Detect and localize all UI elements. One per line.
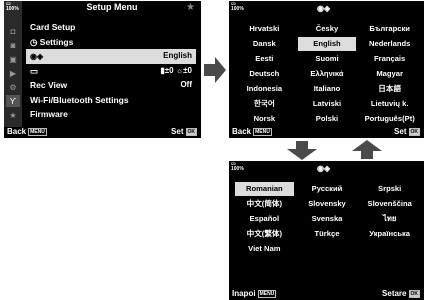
language-option[interactable]: Viet Nam — [233, 242, 296, 256]
set-hint[interactable]: Set OK — [171, 126, 197, 138]
language-option[interactable]: Français — [358, 52, 421, 66]
language-footer: Back MENU Set OK — [229, 126, 424, 138]
battery-indicator: ▭ 100% — [231, 161, 244, 172]
language-screen-page-1: ▭ 100% ◉◈ Hrvatski Česky Български Dansk Engl… — [229, 1, 424, 138]
language-option[interactable]: Polski — [296, 112, 359, 126]
monitor-icon: ▭ — [30, 65, 39, 76]
video-menu-tab[interactable]: ▣ — [6, 53, 20, 65]
language-footer: Inapoi MENU Setare OK — [229, 288, 424, 300]
language-option[interactable]: Hrvatski — [233, 22, 296, 36]
language-option[interactable]: Українська — [358, 227, 421, 241]
back-hint[interactable]: Inapoi MENU — [232, 288, 277, 300]
language-option[interactable]: Ελληνικά — [296, 67, 359, 81]
language-option[interactable]: 日本語 — [358, 82, 421, 96]
language-option[interactable]: Dansk — [233, 37, 296, 51]
menu-item-language[interactable]: ◉◈ English — [26, 49, 196, 64]
language-icon: ◉◈ — [317, 164, 331, 173]
custom-menu-tab[interactable]: ⚙ — [6, 81, 20, 93]
setup-menu-list: Card Setup ◷ Settings ◉◈ English ▭ ▮±0 ☼… — [26, 20, 196, 122]
menu-item-value: ▮±0 ☼±0 — [160, 65, 192, 75]
language-icon: ◉◈ — [317, 4, 331, 13]
language-option[interactable]: Indonesia — [233, 82, 296, 96]
menu-item-label: Wi-Fi/Bluetooth Settings — [30, 94, 129, 105]
language-option[interactable]: Türkçe — [296, 227, 359, 241]
menu-button-tag: MENU — [257, 289, 277, 298]
language-option[interactable]: English — [297, 37, 357, 51]
menu-item-wifi-bluetooth[interactable]: Wi-Fi/Bluetooth Settings — [26, 93, 196, 108]
setup-menu-screen: ▭ 100% ◘ ◙ ▣ ▶ ⚙ Ƴ ★ Setup Menu ★ Card Se… — [4, 1, 201, 138]
menu-title: Setup Menu — [86, 2, 138, 12]
language-option[interactable]: Suomi — [296, 52, 359, 66]
language-option[interactable]: Romanian — [235, 182, 294, 196]
language-option[interactable]: 한국어 — [233, 97, 296, 111]
language-option[interactable]: Български — [358, 22, 421, 36]
playback-menu-tab[interactable]: ▶ — [6, 67, 20, 79]
setup-menu-tab[interactable]: Ƴ — [6, 95, 20, 107]
language-grid: Hrvatski Česky Български Dansk English Nederl… — [233, 22, 421, 126]
language-option[interactable]: Latviski — [296, 97, 359, 111]
menu-item-label: Card Setup — [30, 22, 76, 32]
language-option[interactable]: 中文(简体) — [233, 197, 296, 211]
language-option[interactable]: Deutsch — [233, 67, 296, 81]
menu-button-tag: MENU — [253, 127, 272, 136]
my-menu-tab[interactable]: ★ — [6, 109, 20, 121]
language-option[interactable]: 中文(繁体) — [233, 227, 296, 241]
language-option[interactable]: Česky — [296, 22, 359, 36]
language-option[interactable]: Srpski — [358, 182, 421, 196]
language-option[interactable]: Magyar — [358, 67, 421, 81]
language-option[interactable]: ไทย — [358, 212, 421, 226]
language-option[interactable]: Svenska — [296, 212, 359, 226]
menu-footer: Back MENU Set OK — [4, 126, 201, 138]
set-hint[interactable]: Set OK — [394, 126, 420, 138]
menu-item-rec-view[interactable]: Rec View Off — [26, 78, 196, 93]
battery-indicator: ▭ 100% — [6, 1, 19, 12]
menu-item-label: Settings — [39, 36, 74, 47]
menu-item-label: Rec View — [30, 80, 68, 90]
language-screen-page-2: ▭ 100% ◉◈ Romanian Русский Srpski 中文(简体) Slov… — [229, 161, 424, 300]
arrow-up-icon — [352, 140, 382, 159]
arrow-down-icon — [287, 141, 317, 160]
menu-button-tag: MENU — [28, 127, 47, 136]
menu-tab-bar: ▭ 100% ◘ ◙ ▣ ▶ ⚙ Ƴ ★ — [4, 1, 22, 127]
back-hint[interactable]: Back MENU — [7, 126, 47, 138]
battery-indicator: ▭ 100% — [231, 1, 244, 12]
menu-item-firmware[interactable]: Firmware — [26, 107, 196, 122]
shooting-menu-1-tab[interactable]: ◘ — [6, 25, 20, 37]
shooting-menu-2-tab[interactable]: ◙ — [6, 39, 20, 51]
language-option[interactable]: Lietuvių k. — [358, 97, 421, 111]
language-option[interactable]: Norsk — [233, 112, 296, 126]
language-option[interactable]: Slovensky — [296, 197, 359, 211]
menu-item-value: English — [163, 51, 192, 60]
menu-item-card-setup[interactable]: Card Setup — [26, 20, 196, 35]
set-hint[interactable]: Setare OK — [382, 288, 420, 300]
back-hint[interactable]: Back MENU — [232, 126, 272, 138]
ok-button-tag: OK — [408, 127, 420, 136]
menu-item-value: Off — [180, 80, 192, 89]
language-option[interactable]: Nederlands — [358, 37, 421, 51]
ok-button-tag: OK — [408, 289, 420, 298]
menu-item-settings[interactable]: ◷ Settings — [26, 35, 196, 50]
language-option[interactable]: Español — [233, 212, 296, 226]
language-option[interactable]: Slovenščina — [358, 197, 421, 211]
clock-icon: ◷ — [30, 36, 40, 47]
language-grid: Romanian Русский Srpski 中文(简体) Slovensky Slov… — [233, 182, 421, 256]
language-icon: ◉◈ — [30, 52, 44, 61]
menu-item-monitor-adjust[interactable]: ▭ ▮±0 ☼±0 — [26, 64, 196, 79]
menu-item-label: Firmware — [30, 109, 68, 119]
language-option[interactable]: Italiano — [296, 82, 359, 96]
ok-button-tag: OK — [185, 127, 197, 136]
language-option[interactable]: Português(Pt) — [358, 112, 421, 126]
language-option[interactable]: Eesti — [233, 52, 296, 66]
language-option[interactable]: Русский — [296, 182, 359, 196]
star-icon: ★ — [186, 2, 195, 13]
arrow-right-icon — [204, 57, 226, 83]
